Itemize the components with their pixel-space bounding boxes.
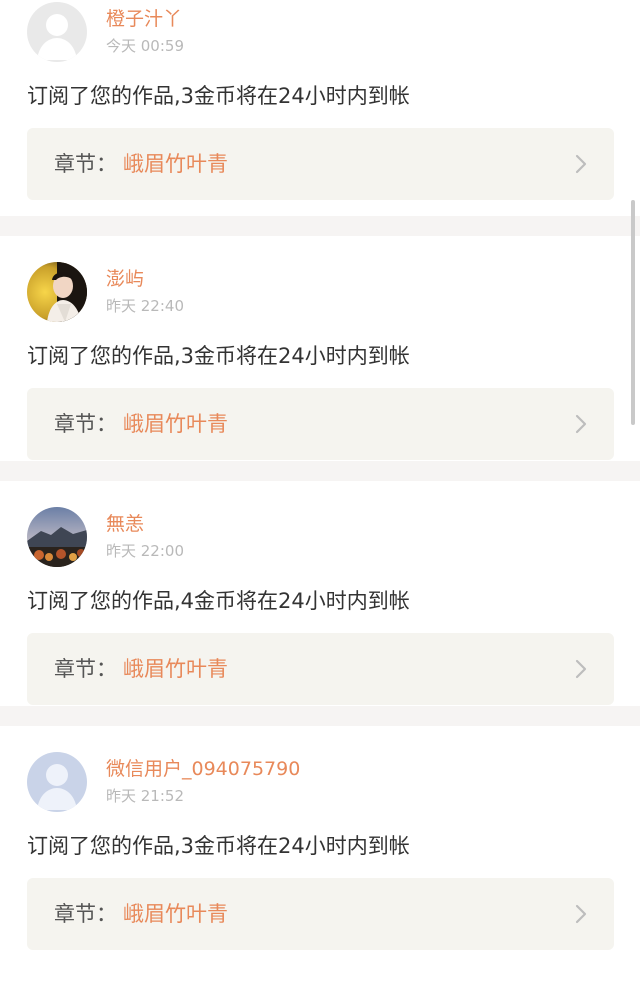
scrollbar[interactable] [631,200,635,425]
chapter-label: 章节： [54,902,117,926]
portrait-photo-icon [27,262,87,322]
notification-feed: 橙子汁丫 今天 00:59 订阅了您的作品,3金币将在24小时内到帐 章节： 峨… [0,0,640,956]
default-user-icon [27,752,87,812]
username[interactable]: 微信用户_094075790 [106,756,300,782]
divider [0,461,640,481]
chevron-right-icon [575,414,587,434]
chevron-right-icon [575,154,587,174]
message-text: 订阅了您的作品,3金币将在24小时内到帐 [27,834,410,858]
chapter-title: 峨眉竹叶青 [123,412,228,436]
chapter-label: 章节： [54,152,117,176]
chapter-link[interactable]: 章节： 峨眉竹叶青 [27,388,614,460]
chapter-link[interactable]: 章节： 峨眉竹叶青 [27,633,614,705]
timestamp: 昨天 22:40 [106,297,184,315]
username[interactable]: 無恙 [106,511,144,537]
divider [0,706,640,726]
divider [0,216,640,236]
chapter-link[interactable]: 章节： 峨眉竹叶青 [27,878,614,950]
avatar[interactable] [27,2,87,62]
chapter-title: 峨眉竹叶青 [123,657,228,681]
chapter-label: 章节： [54,657,117,681]
chapter-title: 峨眉竹叶青 [123,152,228,176]
default-user-icon [27,2,87,62]
chevron-right-icon [575,904,587,924]
timestamp: 今天 00:59 [106,37,184,55]
notification-card: 橙子汁丫 今天 00:59 订阅了您的作品,3金币将在24小时内到帐 章节： 峨… [0,0,640,216]
timestamp: 昨天 22:00 [106,542,184,560]
message-text: 订阅了您的作品,3金币将在24小时内到帐 [27,344,410,368]
notification-card: 微信用户_094075790 昨天 21:52 订阅了您的作品,3金币将在24小… [0,726,640,956]
chapter-link[interactable]: 章节： 峨眉竹叶青 [27,128,614,200]
chapter-title: 峨眉竹叶青 [123,902,228,926]
avatar[interactable] [27,262,87,322]
landscape-photo-icon [27,507,87,567]
chapter-label: 章节： [54,412,117,436]
message-text: 订阅了您的作品,4金币将在24小时内到帐 [27,589,410,613]
avatar[interactable] [27,752,87,812]
notification-card: 無恙 昨天 22:00 订阅了您的作品,4金币将在24小时内到帐 章节： 峨眉竹… [0,481,640,706]
avatar[interactable] [27,507,87,567]
notification-card: 澎屿 昨天 22:40 订阅了您的作品,3金币将在24小时内到帐 章节： 峨眉竹… [0,236,640,461]
message-text: 订阅了您的作品,3金币将在24小时内到帐 [27,84,410,108]
chevron-right-icon [575,659,587,679]
username[interactable]: 橙子汁丫 [106,6,182,32]
timestamp: 昨天 21:52 [106,787,184,805]
username[interactable]: 澎屿 [106,266,144,292]
